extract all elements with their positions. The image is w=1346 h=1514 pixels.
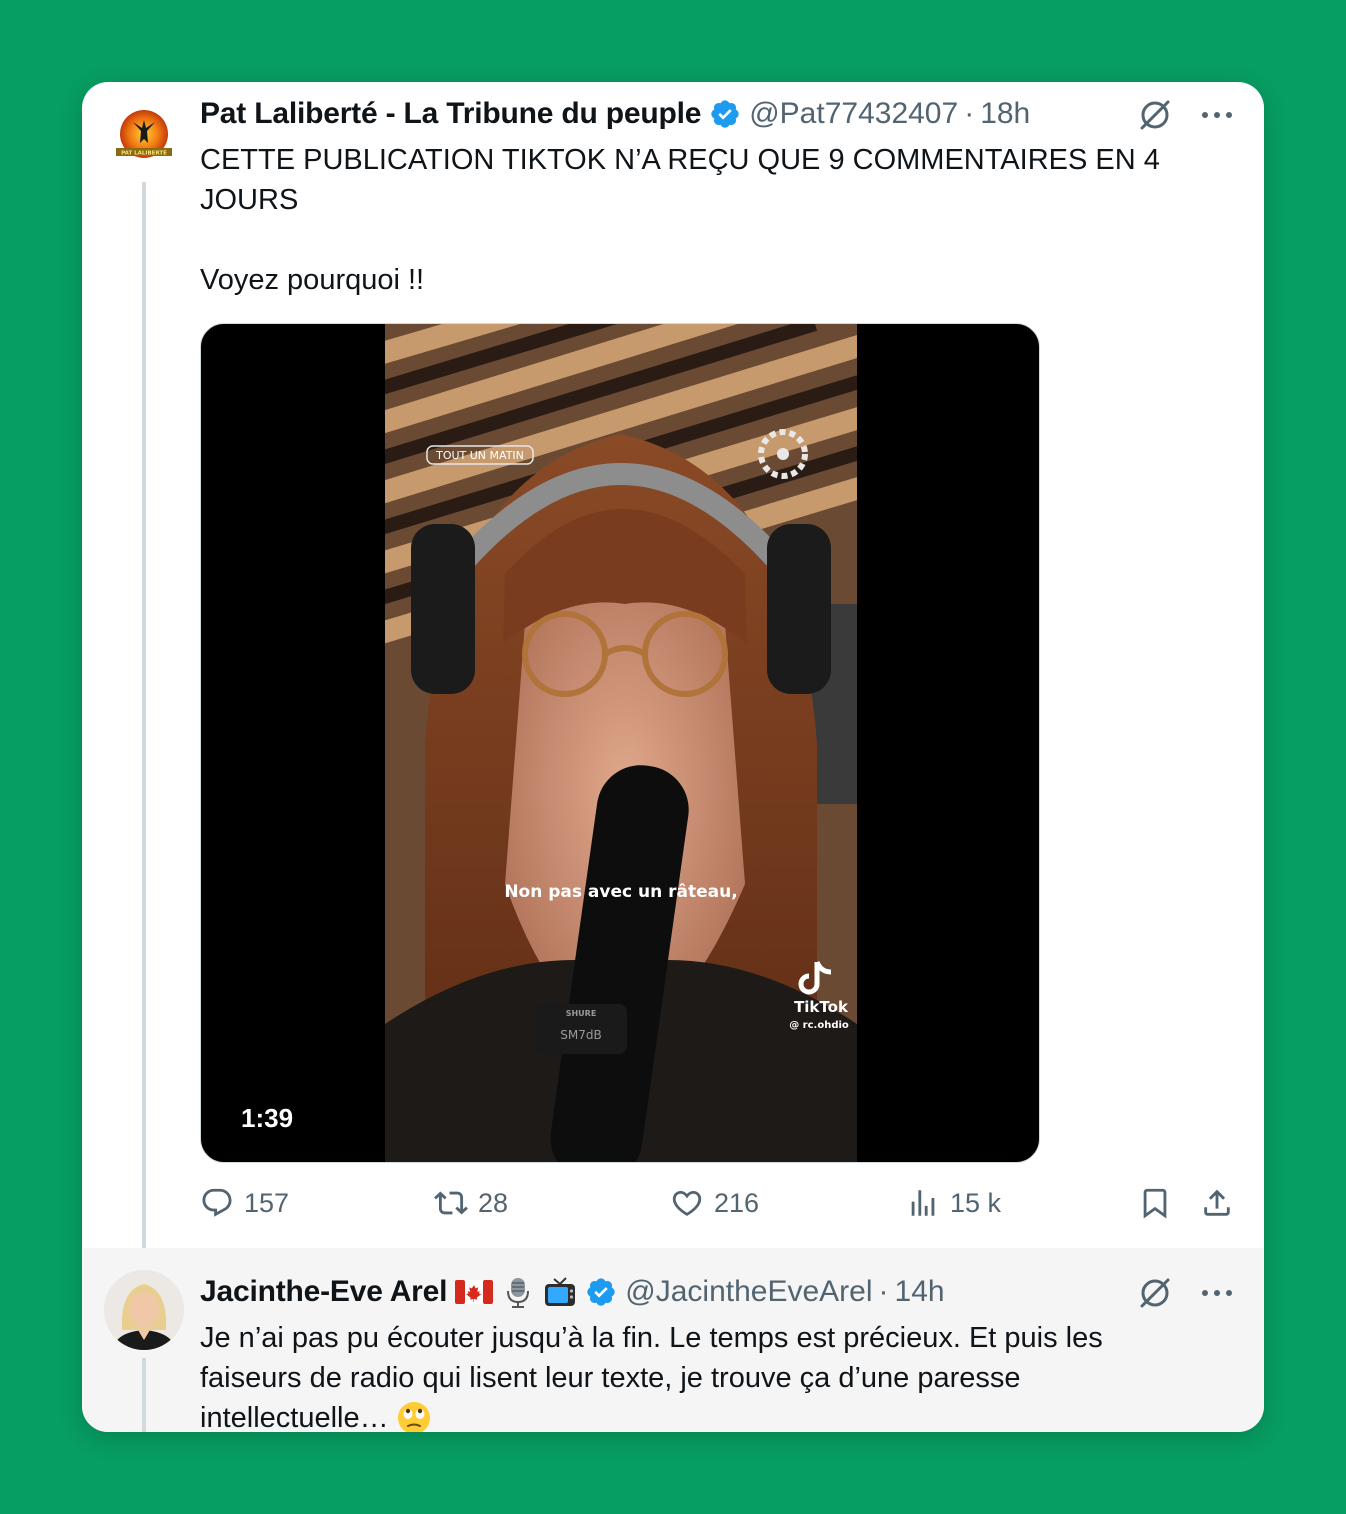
mic-model: SM7dB <box>560 1028 601 1042</box>
reply-top-icons <box>1136 1274 1236 1312</box>
reply-text-line: faiseurs de radio qui lisent leur texte,… <box>200 1362 1021 1394</box>
repost-icon <box>434 1191 468 1215</box>
reply-time[interactable]: 14h <box>895 1275 945 1309</box>
microphone-emoji-icon <box>507 1278 530 1308</box>
reply-tweet[interactable]: Jacinthe-Eve Arel @JacintheEveArel · 14h… <box>82 1248 1264 1432</box>
author-handle[interactable]: @Pat77432407 <box>749 97 958 131</box>
video-duration: 1:39 <box>241 1103 294 1133</box>
tweet-text-line: JOURS <box>200 184 299 216</box>
share-icon <box>1204 1189 1230 1216</box>
mic-brand: SHURE <box>566 1009 597 1018</box>
reply-icon <box>202 1188 232 1217</box>
tweet-actions: 157 28 216 15 k <box>200 1186 1240 1226</box>
tweet-top-icons <box>1136 96 1236 134</box>
thread-line <box>142 182 146 1248</box>
repost-count: 28 <box>478 1187 509 1218</box>
eye-roll-emoji-icon <box>397 1402 430 1432</box>
author-avatar[interactable]: PAT LALIBERTÉ <box>106 104 182 180</box>
reply-author-handle[interactable]: @JacintheEveArel <box>625 1275 872 1309</box>
tweet-card: PAT LALIBERTÉ Pat Laliberté - La Tribune… <box>82 82 1264 1432</box>
show-badge: TOUT UN MATIN <box>435 449 524 462</box>
tiktok-label: TikTok <box>794 998 849 1016</box>
reply-grok-icon[interactable] <box>1136 1274 1174 1312</box>
tweet-text: CETTE PUBLICATION TIKTOK N’A REÇU QUE 9 … <box>200 140 1210 300</box>
grok-icon[interactable] <box>1136 96 1174 134</box>
tweet-text-spacer <box>200 220 1210 260</box>
video-player[interactable]: SHURE SM7dB TOUT UN MATIN Non pas avec u… <box>200 323 1040 1163</box>
bookmark-button[interactable] <box>1138 1186 1172 1220</box>
avatar-text: PAT LALIBERTÉ <box>121 149 167 157</box>
reply-author-avatar[interactable] <box>104 1270 184 1350</box>
reply-verified-badge-icon <box>587 1278 615 1306</box>
views-count: 15 k <box>950 1187 1002 1218</box>
bookmark-icon <box>1143 1188 1167 1219</box>
separator-dot: · <box>964 97 975 130</box>
author-name[interactable]: Pat Laliberté - La Tribune du peuple <box>200 97 701 131</box>
tweet-text-line: Voyez pourquoi !! <box>200 264 425 296</box>
tweet-time[interactable]: 18h <box>980 97 1030 131</box>
video-frame[interactable]: SHURE SM7dB TOUT UN MATIN Non pas avec u… <box>385 324 857 1162</box>
verified-badge-icon <box>711 100 739 128</box>
like-button[interactable]: 216 <box>670 1186 759 1220</box>
reply-header: Jacinthe-Eve Arel @JacintheEveArel · 14h <box>200 1272 945 1312</box>
canada-flag-icon <box>455 1280 494 1304</box>
reply-count: 157 <box>244 1187 290 1218</box>
repost-button[interactable]: 28 <box>434 1186 508 1220</box>
more-options-icon[interactable] <box>1198 96 1236 134</box>
tiktok-handle: @ rc.ohdio <box>789 1020 849 1031</box>
like-heart-icon <box>672 1190 702 1216</box>
like-count: 216 <box>714 1187 760 1218</box>
reply-thread-line <box>142 1358 146 1432</box>
avatar-logo: PAT LALIBERTÉ <box>116 110 172 158</box>
video-caption: Non pas avec un râteau, <box>504 882 737 902</box>
tweet-header: Pat Laliberté - La Tribune du peuple @Pa… <box>200 94 1030 134</box>
share-button[interactable] <box>1200 1186 1234 1220</box>
reply-more-options-icon[interactable] <box>1198 1274 1236 1312</box>
reply-text-line-last: intellectuelle… <box>200 1398 1210 1432</box>
reply-text-line: intellectuelle… <box>200 1402 389 1432</box>
views-button[interactable]: 15 k <box>906 1186 1001 1220</box>
views-chart-icon <box>911 1190 935 1216</box>
reply-avatar-photo <box>104 1270 184 1350</box>
reply-author-name[interactable]: Jacinthe-Eve Arel <box>200 1275 447 1309</box>
reply-text-line: Je n’ai pas pu écouter jusqu’à la fin. L… <box>200 1322 1103 1354</box>
tv-emoji-icon <box>545 1277 576 1306</box>
reply-text: Je n’ai pas pu écouter jusqu’à la fin. L… <box>200 1318 1210 1432</box>
reply-separator-dot: · <box>878 1275 889 1308</box>
tweet-text-line: CETTE PUBLICATION TIKTOK N’A REÇU QUE 9 … <box>200 144 1160 176</box>
video-thumbnail: SHURE SM7dB TOUT UN MATIN Non pas avec u… <box>385 324 857 1162</box>
reply-button[interactable]: 157 <box>200 1186 289 1220</box>
